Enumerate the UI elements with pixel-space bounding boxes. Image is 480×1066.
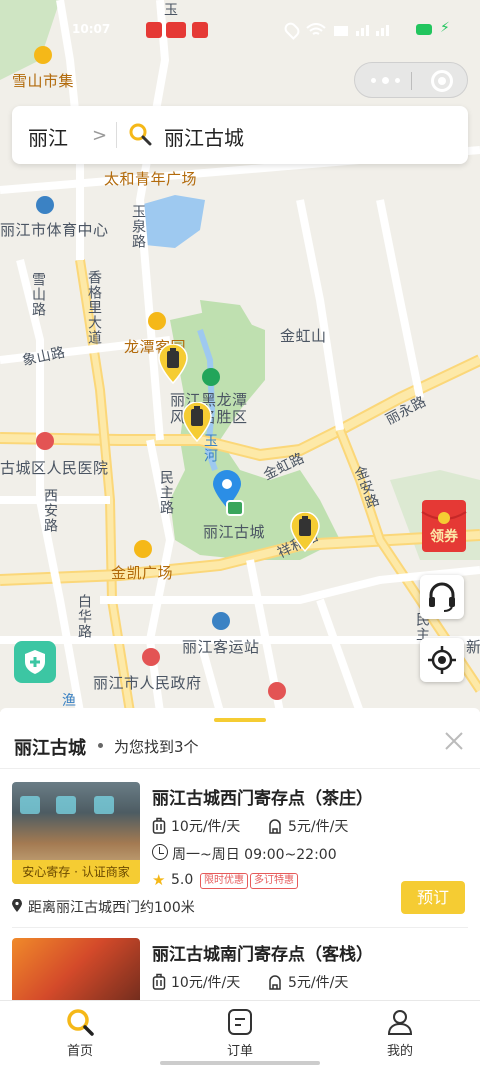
location-icon — [12, 899, 22, 912]
map-label-taihe-square: 太和青年广场 — [104, 170, 198, 188]
map-label-yu-road: 渔 — [62, 693, 77, 709]
tab-home[interactable]: 首页 — [40, 1007, 120, 1063]
map-label-lijiang-old-town: 丽江古城 — [203, 523, 266, 541]
distance-text: 距离丽江古城西门约100米 — [28, 900, 195, 916]
promo-badge: 多订特惠 — [250, 873, 298, 889]
signal-icon — [334, 22, 404, 36]
chevron-right-icon: > — [92, 125, 108, 146]
bottom-tab-bar: 首页 订单 我的 — [0, 1000, 480, 1066]
map-label-xian-road: 西安路 — [42, 488, 58, 533]
miniprogram-capsule — [354, 62, 468, 98]
shopping-poi-icon — [134, 540, 152, 558]
search-input[interactable]: 丽江古城 — [164, 122, 244, 151]
book-button[interactable]: 预订 — [401, 881, 465, 914]
charging-icon: ⚡ — [440, 20, 450, 36]
customer-service-button[interactable] — [420, 575, 464, 619]
map-view[interactable]: 雪山市集 太和青年广场 丽江市体育中心 玉泉路 雪山路 香格里大道 象山路 龙潭… — [0, 0, 480, 712]
map-label-xueshan-market: 雪山市集 — [12, 72, 75, 90]
shield-plus-icon — [25, 650, 45, 674]
more-options-button[interactable] — [371, 73, 401, 87]
wifi-icon — [306, 22, 326, 36]
battery-icon — [416, 24, 432, 35]
luggage-pin-icon[interactable] — [290, 512, 320, 552]
star-icon: ★ — [152, 871, 166, 889]
storage-name: 丽江古城南门寄存点（客栈） — [152, 945, 373, 965]
order-icon — [228, 1009, 252, 1035]
map-label-jinkai-square: 金凯广场 — [111, 564, 174, 582]
crosshair-icon — [428, 646, 456, 674]
result-count: 为您找到3个 — [114, 738, 199, 756]
notification-app-icon — [166, 22, 186, 38]
tab-label: 首页 — [66, 1044, 93, 1059]
status-bar: 10:07 ⚡ — [0, 0, 480, 60]
map-label-minzhu-road: 民主路 — [158, 470, 174, 515]
map-label-jinhong-mountain: 金虹山 — [280, 327, 327, 345]
park-poi-icon — [202, 368, 220, 386]
insurance-button[interactable] — [14, 641, 56, 683]
tab-label: 订单 — [226, 1044, 253, 1059]
certified-tag: 安心寄存 · 认证商家 — [12, 860, 140, 884]
search-bar: 丽江 > 丽江古城 — [12, 106, 468, 164]
close-icon[interactable] — [443, 730, 465, 752]
notification-app-icon — [192, 22, 208, 38]
home-indicator[interactable] — [160, 1061, 320, 1065]
suitcase-icon — [152, 973, 166, 990]
tab-label: 我的 — [386, 1044, 413, 1059]
storage-photo: 安心寄存 · 认证商家 — [12, 782, 140, 884]
government-poi-icon — [142, 648, 160, 666]
city-selector[interactable]: 丽江 — [28, 122, 68, 151]
sheet-drag-handle[interactable] — [214, 718, 266, 722]
luggage-pin-icon[interactable] — [182, 402, 212, 442]
headset-icon — [429, 582, 455, 612]
results-sheet: 丽江古城 为您找到3个 安心寄存 · 认证商家 丽江古城西门寄存点（茶庄） 10… — [0, 708, 480, 1000]
luggage-pin-icon[interactable] — [158, 344, 188, 384]
distance-info: 距离丽江古城西门约100米 — [12, 897, 195, 917]
hospital-poi-icon — [36, 432, 54, 450]
locate-me-button[interactable] — [420, 638, 464, 682]
map-label-xianggelila-road: 香格里大道 — [86, 270, 102, 345]
status-time: 10:07 — [72, 22, 111, 36]
map-label-bus-station: 丽江客运站 — [182, 638, 260, 656]
coupon-label: 领券 — [430, 529, 458, 545]
location-status-icon — [282, 20, 302, 40]
promo-badge: 限时优惠 — [200, 873, 248, 889]
sheet-title: 丽江古城 — [14, 738, 86, 759]
scenic-spot-icon — [226, 500, 244, 516]
small-item-price: 5元/件/天 — [288, 975, 349, 991]
storage-name: 丽江古城西门寄存点（茶庄） — [152, 789, 373, 809]
map-label-people-hospital: 古城区人民医院 — [0, 459, 109, 477]
bus-poi-icon — [212, 612, 230, 630]
profile-icon — [387, 1010, 413, 1035]
search-icon — [67, 1009, 94, 1036]
map-label-xueshan-road: 雪山路 — [30, 272, 46, 317]
sports-poi-icon — [36, 196, 54, 214]
map-label-city-hall: 丽江市人民政府 — [93, 674, 202, 692]
notification-app-icon — [146, 22, 162, 38]
backpack-icon — [269, 819, 281, 834]
rating-value: 5.0 — [171, 872, 194, 888]
map-label-yuquan-road: 玉泉路 — [130, 204, 146, 249]
large-item-price: 10元/件/天 — [171, 819, 241, 835]
opening-hours: 周一~周日 09:00~22:00 — [172, 847, 337, 863]
hotel-poi-icon — [148, 312, 166, 330]
large-item-price: 10元/件/天 — [171, 975, 241, 991]
search-icon — [129, 123, 152, 146]
map-label-xin: 新 — [466, 638, 480, 656]
small-item-price: 5元/件/天 — [288, 819, 349, 835]
storage-photo — [12, 938, 140, 1000]
suitcase-icon — [152, 817, 166, 834]
map-label-sports-center: 丽江市体育中心 — [0, 221, 109, 239]
coupon-button[interactable]: 领券 — [420, 498, 472, 554]
landmark-poi-icon — [268, 682, 286, 700]
tab-orders[interactable]: 订单 — [200, 1007, 280, 1063]
close-miniprogram-button[interactable] — [431, 70, 453, 92]
map-label-baihua-road: 白华路 — [76, 594, 92, 639]
backpack-icon — [269, 975, 281, 990]
tab-profile[interactable]: 我的 — [360, 1007, 440, 1063]
clock-icon — [152, 844, 168, 860]
